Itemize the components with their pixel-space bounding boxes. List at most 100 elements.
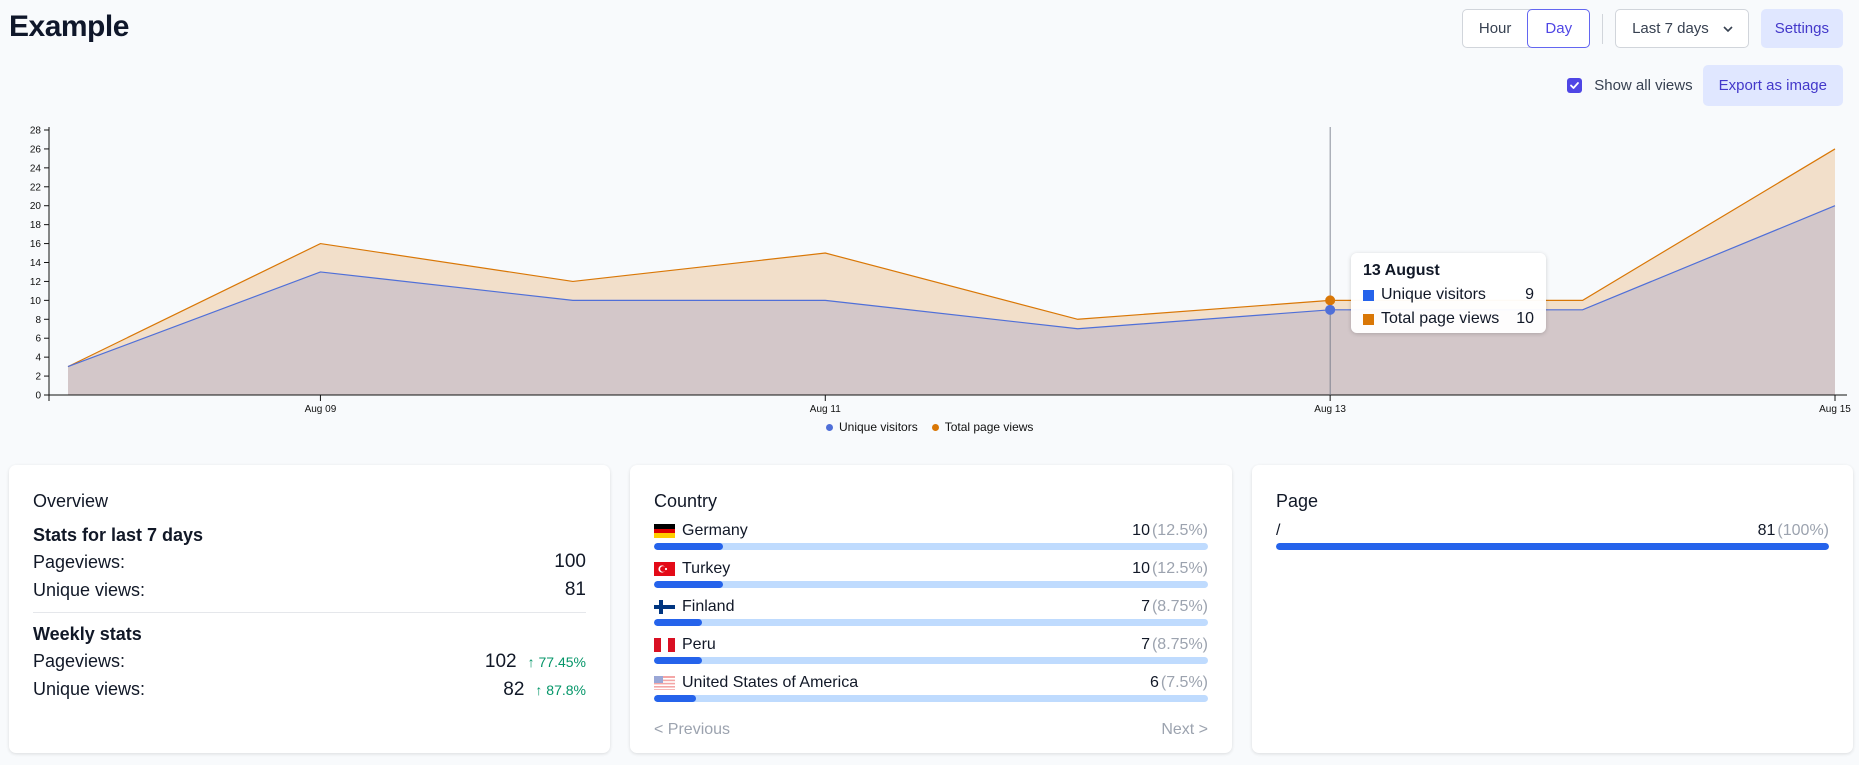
item-name: /	[1276, 522, 1281, 539]
pageviews-value: 100	[554, 551, 586, 572]
bar-row: / 81 (100%)	[1276, 521, 1829, 541]
tooltip-title: 13 August	[1363, 262, 1440, 279]
de-flag-icon	[654, 524, 675, 538]
progress-track	[654, 581, 1208, 588]
country-list-item[interactable]: Finland 7 (8.75%)	[654, 597, 1208, 626]
country-list-item[interactable]: Peru 7 (8.75%)	[654, 635, 1208, 664]
chevron-down-icon	[1723, 25, 1733, 32]
weekly-pageviews-delta: ↑ 77.45%	[528, 654, 586, 670]
checkmark-icon	[1570, 82, 1580, 89]
pageviews-label: Pageviews:	[33, 552, 126, 572]
pageviews-row: Pageviews: 100	[33, 548, 586, 576]
progress-fill	[654, 543, 724, 550]
y-tick-label: 4	[35, 353, 41, 364]
x-tick-label: Aug 15	[1819, 404, 1851, 415]
unique-views-value: 81	[564, 579, 586, 600]
item-count: 7	[1141, 636, 1150, 653]
legend-item-unique-visitors[interactable]: Unique visitors	[826, 420, 918, 434]
item-percent: (7.5%)	[1160, 674, 1208, 691]
weekly-unique-delta: ↑ 87.8%	[535, 682, 586, 698]
y-tick-label: 20	[30, 201, 42, 212]
previous-page-button[interactable]: < Previous	[654, 721, 730, 739]
item-count: 81	[1757, 522, 1776, 539]
weekly-pageviews-value: 102	[484, 651, 517, 672]
y-tick-label: 8	[35, 315, 41, 326]
show-all-views-checkbox[interactable]	[1567, 78, 1583, 93]
tr-flag-icon	[654, 562, 675, 576]
progress-track	[654, 657, 1208, 664]
item-count: 10	[1132, 560, 1150, 577]
total-page-views-swatch	[1363, 313, 1374, 325]
traffic-area-chart[interactable]: 0246810121416182022242628Aug 09 Aug 11 Aug…	[0, 118, 1859, 418]
item-count: 6	[1149, 674, 1159, 691]
page-card: Page / 81 (100%)	[1252, 465, 1853, 753]
legend-item-total-page-views[interactable]: Total page views	[931, 420, 1034, 434]
country-list-item[interactable]: Turkey 10 (12.5%)	[654, 559, 1208, 588]
y-tick-label: 2	[35, 372, 41, 383]
x-tick-label: Aug 11	[810, 404, 841, 415]
hour-toggle-button[interactable]: Hour	[1463, 10, 1528, 47]
unique-visitors-swatch	[1363, 289, 1374, 301]
chart-legend: Unique visitors Total page views	[826, 420, 1047, 434]
y-tick-label: 0	[35, 391, 41, 402]
show-all-views-label: Show all views	[1594, 77, 1693, 94]
date-range-value: Last 7 days	[1632, 20, 1709, 37]
weekly-unique-value: 82	[503, 679, 525, 700]
overview-title: Overview	[33, 491, 109, 511]
y-tick-label: 24	[30, 163, 42, 174]
bar-row: Peru 7 (8.75%)	[654, 635, 1208, 655]
unique-views-row: Unique views: 81	[33, 576, 586, 604]
y-tick-label: 6	[35, 334, 41, 345]
country-title: Country	[654, 491, 718, 511]
bar-row: Turkey 10 (12.5%)	[654, 559, 1208, 579]
country-list-item[interactable]: Germany 10 (12.5%)	[654, 521, 1208, 550]
item-percent: (8.75%)	[1151, 636, 1208, 653]
item-name: Finland	[682, 598, 735, 615]
unique-views-label: Unique views:	[33, 580, 146, 600]
tooltip-label: Total page views	[1381, 310, 1500, 327]
y-tick-label: 10	[30, 296, 42, 307]
x-tick-label: Aug 09	[305, 404, 337, 415]
country-list: Germany 10 (12.5%) Turkey 10 (12.5%) Fin…	[654, 521, 1208, 702]
progress-fill	[1276, 543, 1829, 550]
arrow-up-icon: ↑	[527, 654, 535, 670]
item-name: Turkey	[682, 560, 731, 577]
chart-controls: Show all views Export as image	[1567, 65, 1843, 106]
page-list: / 81 (100%)	[1276, 521, 1829, 550]
country-pager: < Previous Next >	[654, 721, 1208, 739]
progress-track	[654, 619, 1208, 626]
next-page-button[interactable]: Next >	[1161, 721, 1208, 739]
item-percent: (100%)	[1777, 522, 1829, 539]
legend-dot	[931, 423, 939, 431]
stats-heading: Stats for last 7 days	[33, 525, 204, 545]
legend-label: Unique visitors	[839, 420, 918, 434]
bar-row: Germany 10 (12.5%)	[654, 521, 1208, 541]
weekly-pageviews-row: Pageviews: 102 ↑ 77.45%	[33, 647, 586, 675]
progress-track	[654, 543, 1208, 550]
overview-divider	[33, 612, 586, 613]
progress-fill	[654, 695, 696, 702]
tooltip-value: 9	[1525, 286, 1534, 303]
item-count: 7	[1141, 598, 1150, 615]
tooltip-label: Unique visitors	[1381, 286, 1486, 303]
export-image-button[interactable]: Export as image	[1702, 65, 1843, 106]
legend-label: Total page views	[944, 420, 1034, 434]
page-list-item[interactable]: / 81 (100%)	[1276, 521, 1829, 550]
weekly-heading: Weekly stats	[33, 624, 142, 644]
legend-dot	[826, 423, 833, 431]
bar-row: Finland 7 (8.75%)	[654, 597, 1208, 617]
progress-fill	[654, 581, 724, 588]
granularity-toggle: Hour Day	[1461, 9, 1591, 48]
date-range-select[interactable]: Last 7 days	[1615, 9, 1749, 48]
country-card: Country Germany 10 (12.5%) Turkey 10 (12…	[630, 465, 1232, 753]
settings-button[interactable]: Settings	[1760, 9, 1843, 48]
day-toggle-button[interactable]: Day	[1527, 9, 1591, 48]
progress-track	[654, 695, 1208, 702]
y-tick-label: 28	[30, 126, 42, 137]
country-list-item[interactable]: United States of America 6 (7.5%)	[654, 673, 1208, 702]
progress-fill	[654, 619, 703, 626]
y-tick-label: 18	[30, 220, 42, 231]
toolbar-divider	[1602, 13, 1604, 44]
progress-fill	[654, 657, 703, 664]
bar-row: United States of America 6 (7.5%)	[654, 673, 1208, 693]
